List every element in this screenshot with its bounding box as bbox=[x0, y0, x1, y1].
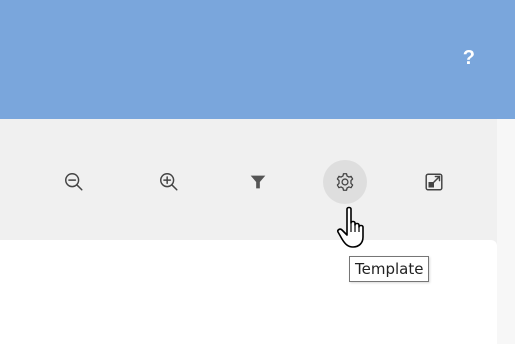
filter-button[interactable] bbox=[236, 160, 280, 204]
expand-icon bbox=[425, 173, 443, 191]
template-settings-button[interactable] bbox=[323, 160, 367, 204]
zoom-out-icon bbox=[65, 173, 83, 191]
gear-icon bbox=[336, 173, 354, 191]
help-button[interactable]: ? bbox=[463, 46, 475, 70]
hand-pointer-icon bbox=[337, 206, 364, 248]
zoom-out-button[interactable] bbox=[52, 160, 96, 204]
zoom-in-icon bbox=[160, 173, 178, 191]
zoom-in-button[interactable] bbox=[147, 160, 191, 204]
filter-icon bbox=[250, 175, 266, 189]
right-gutter bbox=[497, 119, 515, 344]
app-header: ? bbox=[0, 0, 515, 119]
tooltip: Template bbox=[349, 256, 430, 282]
expand-button[interactable] bbox=[412, 160, 456, 204]
